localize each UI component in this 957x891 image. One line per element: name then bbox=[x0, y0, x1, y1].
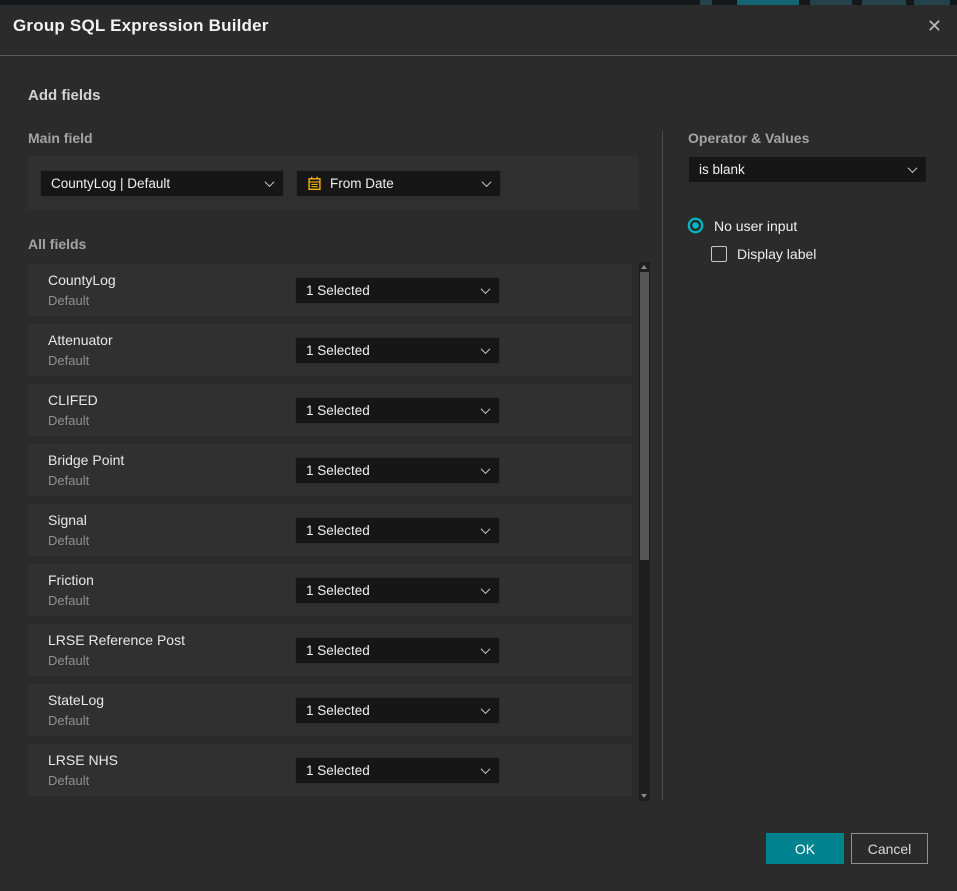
field-subtitle: Default bbox=[48, 593, 89, 608]
title-divider bbox=[0, 55, 957, 56]
close-icon[interactable]: ✕ bbox=[927, 16, 942, 36]
field-selection-dropdown[interactable]: 1 Selected bbox=[295, 757, 500, 784]
background-fragment bbox=[914, 0, 950, 5]
field-subtitle: Default bbox=[48, 653, 89, 668]
chevron-down-icon bbox=[481, 464, 491, 474]
chevron-down-icon bbox=[481, 704, 491, 714]
field-selection-value: 1 Selected bbox=[306, 703, 370, 718]
operator-select-value: is blank bbox=[699, 162, 745, 177]
field-selection-dropdown[interactable]: 1 Selected bbox=[295, 277, 500, 304]
background-fragment bbox=[700, 0, 712, 5]
field-row: LRSE Reference Post Default 1 Selected bbox=[28, 624, 632, 676]
field-selection-value: 1 Selected bbox=[306, 643, 370, 658]
field-row: StateLog Default 1 Selected bbox=[28, 684, 632, 736]
field-select-value: From Date bbox=[330, 176, 394, 191]
field-select[interactable]: From Date bbox=[296, 170, 501, 197]
chevron-down-icon bbox=[481, 284, 491, 294]
field-selection-value: 1 Selected bbox=[306, 343, 370, 358]
operator-values-label: Operator & Values bbox=[688, 130, 809, 146]
field-name: CountyLog bbox=[48, 272, 116, 288]
main-field-panel: CountyLog | Default From Date bbox=[28, 156, 638, 210]
field-row: Attenuator Default 1 Selected bbox=[28, 324, 632, 376]
chevron-down-icon bbox=[908, 163, 918, 173]
field-name: Bridge Point bbox=[48, 452, 124, 468]
field-selection-value: 1 Selected bbox=[306, 583, 370, 598]
field-name: Attenuator bbox=[48, 332, 113, 348]
layer-select-value: CountyLog | Default bbox=[51, 176, 170, 191]
display-label-label: Display label bbox=[737, 246, 816, 262]
field-selection-value: 1 Selected bbox=[306, 763, 370, 778]
field-selection-dropdown[interactable]: 1 Selected bbox=[295, 577, 500, 604]
calendar-icon bbox=[307, 176, 322, 191]
no-user-input-label: No user input bbox=[714, 218, 797, 234]
field-name: LRSE NHS bbox=[48, 752, 118, 768]
scrollbar[interactable] bbox=[639, 262, 650, 801]
field-subtitle: Default bbox=[48, 713, 89, 728]
chevron-down-icon bbox=[481, 404, 491, 414]
field-row: Bridge Point Default 1 Selected bbox=[28, 444, 632, 496]
field-subtitle: Default bbox=[48, 413, 89, 428]
scroll-down-arrow-icon[interactable] bbox=[641, 794, 647, 798]
scroll-up-arrow-icon[interactable] bbox=[641, 265, 647, 269]
background-fragment bbox=[862, 0, 906, 5]
dialog-title: Group SQL Expression Builder bbox=[13, 16, 269, 36]
chevron-down-icon bbox=[481, 644, 491, 654]
field-name: CLIFED bbox=[48, 392, 98, 408]
field-subtitle: Default bbox=[48, 473, 89, 488]
add-fields-heading: Add fields bbox=[28, 87, 101, 104]
all-fields-list: CountyLog Default 1 Selected Attenuator … bbox=[28, 264, 632, 804]
background-fragment bbox=[737, 0, 799, 5]
field-subtitle: Default bbox=[48, 293, 89, 308]
display-label-checkbox[interactable] bbox=[711, 246, 727, 262]
all-fields-label: All fields bbox=[28, 236, 86, 252]
field-row: Signal Default 1 Selected bbox=[28, 504, 632, 556]
chevron-down-icon bbox=[265, 177, 275, 187]
field-selection-dropdown[interactable]: 1 Selected bbox=[295, 337, 500, 364]
chevron-down-icon bbox=[481, 584, 491, 594]
field-selection-dropdown[interactable]: 1 Selected bbox=[295, 397, 500, 424]
field-name: LRSE Reference Post bbox=[48, 632, 185, 648]
layer-select[interactable]: CountyLog | Default bbox=[40, 170, 284, 197]
field-name: Friction bbox=[48, 572, 94, 588]
ok-button[interactable]: OK bbox=[766, 833, 844, 864]
chevron-down-icon bbox=[481, 344, 491, 354]
field-subtitle: Default bbox=[48, 353, 89, 368]
field-selection-value: 1 Selected bbox=[306, 523, 370, 538]
field-row: CountyLog Default 1 Selected bbox=[28, 264, 632, 316]
field-selection-value: 1 Selected bbox=[306, 283, 370, 298]
field-selection-dropdown[interactable]: 1 Selected bbox=[295, 517, 500, 544]
chevron-down-icon bbox=[481, 524, 491, 534]
field-subtitle: Default bbox=[48, 773, 89, 788]
field-row: Friction Default 1 Selected bbox=[28, 564, 632, 616]
field-selection-dropdown[interactable]: 1 Selected bbox=[295, 637, 500, 664]
chevron-down-icon bbox=[481, 764, 491, 774]
field-selection-dropdown[interactable]: 1 Selected bbox=[295, 457, 500, 484]
field-subtitle: Default bbox=[48, 533, 89, 548]
main-field-label: Main field bbox=[28, 130, 93, 146]
no-user-input-radio[interactable] bbox=[687, 217, 704, 234]
background-app-strip bbox=[0, 0, 957, 5]
field-selection-value: 1 Selected bbox=[306, 463, 370, 478]
scrollbar-thumb[interactable] bbox=[640, 272, 649, 560]
field-name: StateLog bbox=[48, 692, 104, 708]
field-selection-dropdown[interactable]: 1 Selected bbox=[295, 697, 500, 724]
field-row: LRSE NHS Default 1 Selected bbox=[28, 744, 632, 796]
field-selection-value: 1 Selected bbox=[306, 403, 370, 418]
field-row: CLIFED Default 1 Selected bbox=[28, 384, 632, 436]
operator-select[interactable]: is blank bbox=[688, 156, 927, 183]
field-name: Signal bbox=[48, 512, 87, 528]
chevron-down-icon bbox=[482, 177, 492, 187]
cancel-button[interactable]: Cancel bbox=[851, 833, 928, 864]
background-fragment bbox=[810, 0, 852, 5]
vertical-divider bbox=[662, 131, 663, 800]
